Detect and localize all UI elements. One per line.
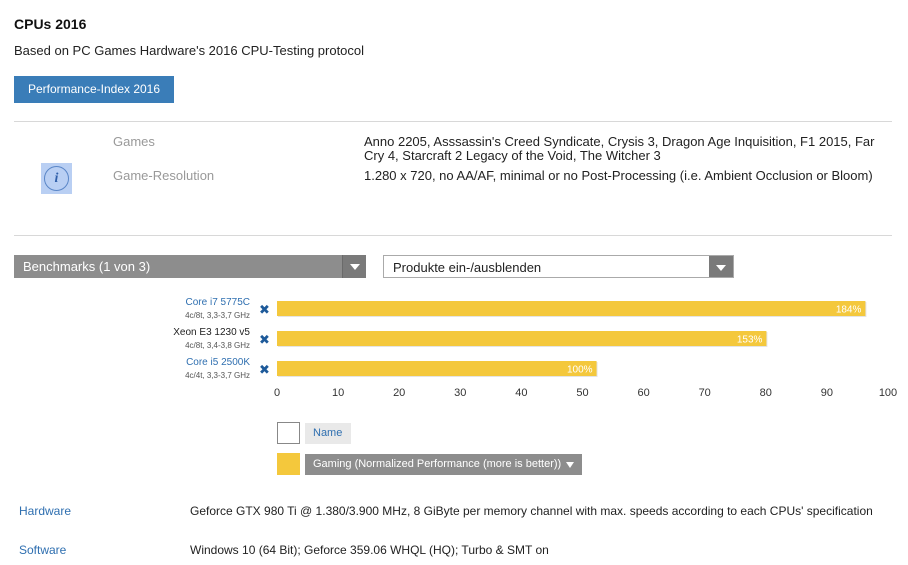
bar-label-0: 184% bbox=[836, 305, 862, 316]
legend-gaming-swatch[interactable] bbox=[277, 453, 300, 475]
legend-gaming-label: Gaming (Normalized Performance (more is … bbox=[313, 458, 562, 470]
x-tick-label-10: 100 bbox=[879, 387, 897, 399]
legend-gaming-dropdown[interactable]: Gaming (Normalized Performance (more is … bbox=[305, 454, 582, 475]
x-tick-label-7: 70 bbox=[699, 387, 711, 399]
bar-1[interactable] bbox=[277, 331, 767, 346]
bar-0[interactable] bbox=[277, 301, 866, 316]
legend-name-swatch[interactable] bbox=[277, 422, 300, 444]
x-tick-label-1: 10 bbox=[332, 387, 344, 399]
chevron-down-icon bbox=[566, 462, 574, 468]
bar-label-1: 153% bbox=[737, 335, 763, 346]
x-tick-label-9: 90 bbox=[821, 387, 833, 399]
hardware-label[interactable]: Hardware bbox=[19, 504, 71, 518]
hardware-value: Geforce GTX 980 Ti @ 1.380/3.900 MHz, 8 … bbox=[190, 504, 873, 518]
benchmark-chart: 184% 153% 100% 0 10 20 30 40 50 60 70 80 90 100 bbox=[274, 301, 897, 399]
x-tick-label-5: 50 bbox=[576, 387, 588, 399]
x-tick-label-0: 0 bbox=[274, 387, 280, 399]
bar-label-2: 100% bbox=[567, 365, 593, 376]
x-tick-label-4: 40 bbox=[515, 387, 527, 399]
software-value: Windows 10 (64 Bit); Geforce 359.06 WHQL… bbox=[190, 543, 549, 557]
x-tick-label-6: 60 bbox=[637, 387, 649, 399]
bar-2[interactable] bbox=[277, 361, 597, 376]
x-tick-label-3: 30 bbox=[454, 387, 466, 399]
software-label[interactable]: Software bbox=[19, 543, 66, 557]
x-tick-label-2: 20 bbox=[393, 387, 405, 399]
x-tick-label-8: 80 bbox=[760, 387, 772, 399]
legend-name-label[interactable]: Name bbox=[305, 423, 351, 444]
